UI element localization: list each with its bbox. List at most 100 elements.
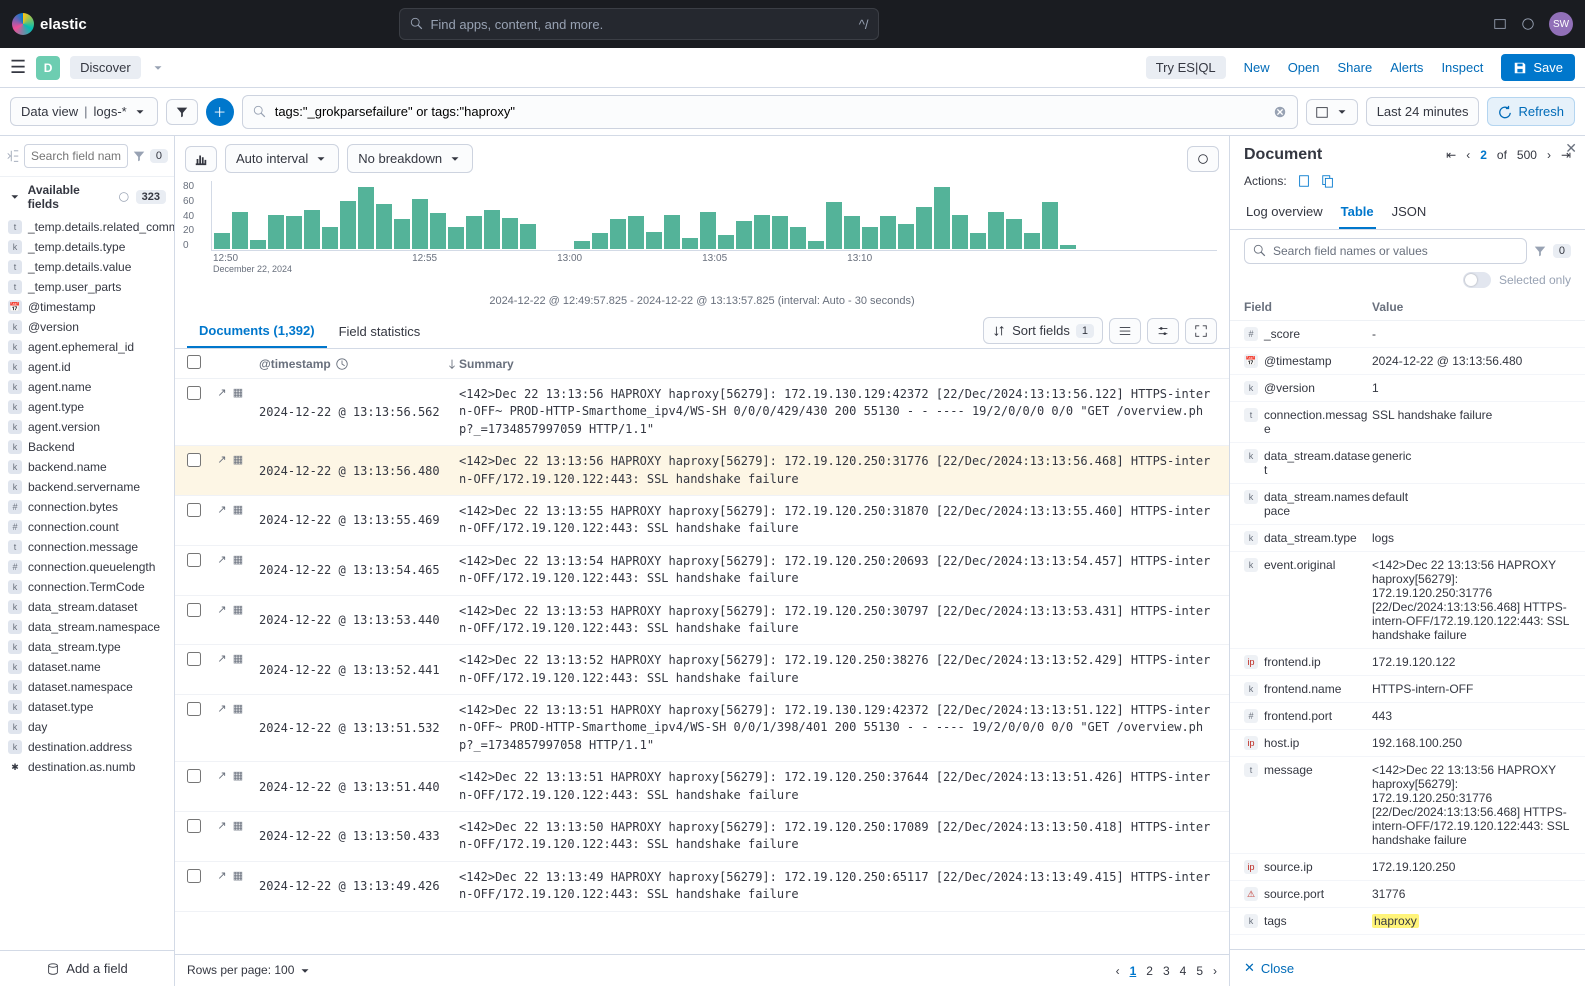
tab-json[interactable]: JSON [1390, 196, 1429, 229]
pager-page[interactable]: 2 [1146, 964, 1153, 978]
interval-selector[interactable]: Auto interval [225, 144, 339, 173]
view-doc-icon[interactable]: ▦ [231, 702, 245, 754]
histogram-bar[interactable] [1024, 233, 1040, 249]
expand-icon[interactable]: ↗ [215, 453, 229, 488]
alerts-link[interactable]: Alerts [1390, 60, 1423, 75]
view-doc-icon[interactable]: ▦ [231, 819, 245, 854]
pager-prev[interactable]: ‹ [1466, 148, 1470, 162]
field-item[interactable]: #connection.count [4, 517, 170, 537]
histogram-bar[interactable] [646, 232, 662, 249]
expand-icon[interactable]: ↗ [215, 869, 229, 904]
field-item[interactable]: 📅@timestamp [4, 297, 170, 317]
filter-icon[interactable] [132, 149, 146, 163]
view-doc-icon[interactable]: ▦ [231, 453, 245, 488]
open-link[interactable]: Open [1288, 60, 1320, 75]
row-checkbox[interactable] [187, 603, 201, 617]
doc-row[interactable]: ↗ ▦ 2024-12-22 @ 13:13:56.480 <142>Dec 2… [175, 446, 1229, 496]
field-value-row[interactable]: ⚠source.port 31776 [1230, 881, 1585, 908]
row-checkbox[interactable] [187, 386, 201, 400]
histogram-bar[interactable] [934, 187, 950, 249]
doc-row[interactable]: ↗ ▦ 2024-12-22 @ 13:13:52.441 <142>Dec 2… [175, 645, 1229, 695]
field-item[interactable]: #connection.bytes [4, 497, 170, 517]
field-item[interactable]: kbackend.name [4, 457, 170, 477]
field-search-input[interactable] [24, 144, 128, 168]
doc-row[interactable]: ↗ ▦ 2024-12-22 @ 13:13:51.532 <142>Dec 2… [175, 695, 1229, 762]
refresh-button[interactable]: Refresh [1487, 97, 1575, 126]
field-item[interactable]: kdataset.name [4, 657, 170, 677]
histogram-bar[interactable] [952, 215, 968, 249]
doc-row[interactable]: ↗ ▦ 2024-12-22 @ 13:13:51.440 <142>Dec 2… [175, 762, 1229, 812]
filter-button[interactable] [166, 99, 198, 125]
row-checkbox[interactable] [187, 819, 201, 833]
field-item[interactable]: t_temp.user_parts [4, 277, 170, 297]
view-doc-icon[interactable]: ▦ [231, 386, 245, 438]
histogram-bar[interactable] [412, 199, 428, 249]
doc-row[interactable]: ↗ ▦ 2024-12-22 @ 13:13:56.562 <142>Dec 2… [175, 379, 1229, 446]
field-item[interactable]: kday [4, 717, 170, 737]
histogram-bar[interactable] [808, 241, 824, 249]
query-input[interactable] [242, 95, 1298, 129]
field-value-row[interactable]: iphost.ip 192.168.100.250 [1230, 730, 1585, 757]
sort-desc-icon[interactable] [445, 357, 459, 371]
histogram-bar[interactable] [214, 233, 230, 249]
field-item[interactable]: t_temp.details.related_command [4, 217, 170, 237]
field-value-row[interactable]: tconnection.message SSL handshake failur… [1230, 402, 1585, 443]
pager-page[interactable]: 1 [1130, 964, 1137, 978]
field-value-row[interactable]: ipfrontend.ip 172.19.120.122 [1230, 649, 1585, 676]
expand-icon[interactable]: ↗ [215, 503, 229, 538]
field-value-row[interactable]: k@version 1 [1230, 375, 1585, 402]
nav-toggle-icon[interactable]: ☰ [10, 57, 26, 78]
histogram-bar[interactable] [340, 201, 356, 249]
histogram-bar[interactable] [988, 212, 1004, 249]
histogram-bar[interactable] [448, 227, 464, 249]
expand-icon[interactable]: ↗ [215, 603, 229, 638]
tab-documents[interactable]: Documents (1,392) [187, 313, 327, 348]
histogram-bar[interactable] [754, 215, 770, 249]
add-field-button[interactable]: Add a field [0, 950, 174, 986]
new-link[interactable]: New [1244, 60, 1270, 75]
view-doc-icon[interactable]: ▦ [231, 652, 245, 687]
histogram-bar[interactable] [520, 224, 536, 249]
field-value-row[interactable]: tmessage <142>Dec 22 13:13:56 HAPROXY ha… [1230, 757, 1585, 854]
histogram-bar[interactable] [466, 216, 482, 249]
histogram-bar[interactable] [376, 204, 392, 249]
tab-log-overview[interactable]: Log overview [1244, 196, 1325, 229]
doc-row[interactable]: ↗ ▦ 2024-12-22 @ 13:13:50.433 <142>Dec 2… [175, 812, 1229, 862]
histogram-bar[interactable] [304, 210, 320, 249]
histogram-bar[interactable] [358, 187, 374, 249]
histogram-bar[interactable] [268, 215, 284, 249]
field-item[interactable]: t_temp.details.value [4, 257, 170, 277]
field-item[interactable]: k_temp.details.type [4, 237, 170, 257]
filter-icon[interactable] [1533, 244, 1547, 258]
selected-only-toggle[interactable] [1463, 272, 1491, 288]
field-value-row[interactable]: #_score - [1230, 321, 1585, 348]
col-summary[interactable]: Summary [459, 357, 1217, 371]
share-link[interactable]: Share [1338, 60, 1373, 75]
field-item[interactable]: kagent.ephemeral_id [4, 337, 170, 357]
query-text[interactable] [275, 104, 1265, 119]
histogram-bar[interactable] [394, 219, 410, 249]
time-range[interactable]: Last 24 minutes [1366, 97, 1480, 126]
row-checkbox[interactable] [187, 869, 201, 883]
histogram-bar[interactable] [916, 207, 932, 249]
doc-row[interactable]: ↗ ▦ 2024-12-22 @ 13:13:55.469 <142>Dec 2… [175, 496, 1229, 546]
field-item[interactable]: kconnection.TermCode [4, 577, 170, 597]
field-item[interactable]: kagent.name [4, 377, 170, 397]
select-all-checkbox[interactable] [187, 355, 201, 369]
expand-icon[interactable]: ↗ [215, 553, 229, 588]
histogram-bar[interactable] [502, 218, 518, 249]
add-filter-button[interactable]: ＋ [206, 98, 234, 126]
row-checkbox[interactable] [187, 769, 201, 783]
chevron-down-icon[interactable] [151, 61, 165, 75]
doc-row[interactable]: ↗ ▦ 2024-12-22 @ 13:13:54.465 <142>Dec 2… [175, 546, 1229, 596]
histogram-bar[interactable] [700, 212, 716, 249]
view-doc-icon[interactable]: ▦ [231, 769, 245, 804]
row-checkbox[interactable] [187, 503, 201, 517]
field-value-row[interactable]: kdata_stream.dataset generic [1230, 443, 1585, 484]
row-checkbox[interactable] [187, 702, 201, 716]
histogram-bar[interactable] [574, 241, 590, 249]
pager-first[interactable]: ⇤ [1446, 148, 1456, 162]
view-doc-icon[interactable]: ▦ [231, 869, 245, 904]
view-doc-icon[interactable]: ▦ [231, 553, 245, 588]
field-value-list[interactable]: #_score - 📅@timestamp 2024-12-22 @ 13:13… [1230, 321, 1585, 949]
